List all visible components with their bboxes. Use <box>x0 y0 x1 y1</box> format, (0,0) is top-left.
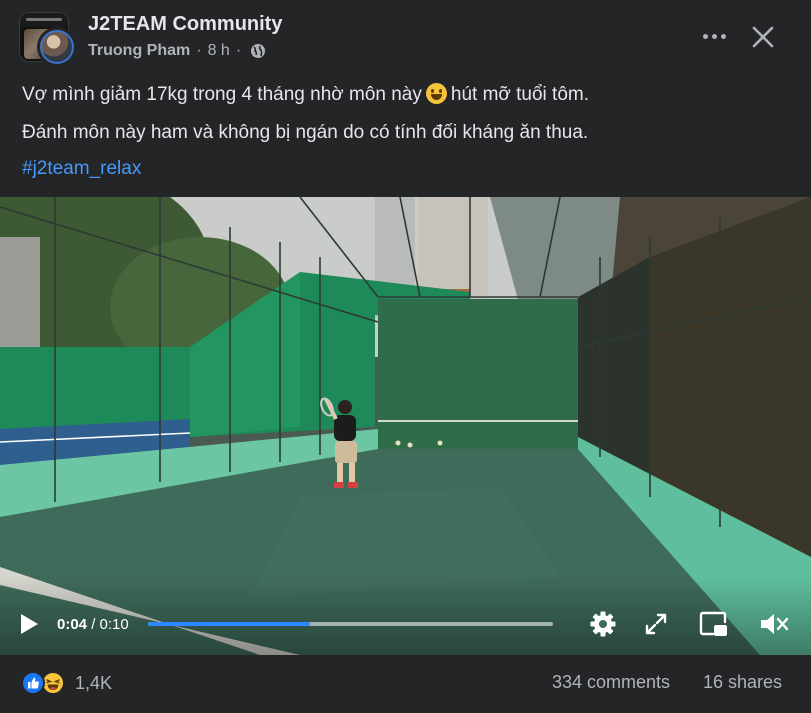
post-meta: Truong Pham · 8 h · <box>88 42 266 60</box>
post-text-part: Vợ mình giảm 17kg trong 4 tháng nhờ môn … <box>22 84 422 105</box>
close-icon[interactable] <box>748 22 778 52</box>
post-header: J2TEAM Community Truong Pham · 8 h · <box>0 0 811 72</box>
grinning-face-emoji <box>425 83 447 104</box>
reaction-count: 1,4K <box>75 672 113 693</box>
progress-fill <box>148 622 310 626</box>
globe-icon[interactable] <box>250 43 266 59</box>
mute-icon[interactable] <box>759 611 789 637</box>
author-avatar-ring <box>40 30 74 64</box>
post-card: J2TEAM Community Truong Pham · 8 h · Vợ … <box>0 0 811 713</box>
post-text-line-2: Đánh môn này ham và không bị ngán do có … <box>22 122 589 143</box>
like-thumb-glyph <box>28 677 39 689</box>
reactions-summary[interactable]: 1,4K <box>21 669 112 697</box>
video-controls: 0:04 / 0:10 <box>0 597 811 655</box>
more-horizontal-icon[interactable] <box>700 22 728 50</box>
shares-count-link[interactable]: 16 shares <box>703 672 782 693</box>
more-dot <box>711 33 717 39</box>
group-avatar-bar <box>26 18 62 21</box>
video-time: 0:04 / 0:10 <box>57 616 129 633</box>
post-footer: 1,4K 334 comments 16 shares <box>0 655 811 713</box>
hashtag-link[interactable]: #j2team_relax <box>22 158 141 180</box>
current-time: 0:04 <box>57 616 88 633</box>
picture-in-picture-icon[interactable] <box>699 610 729 638</box>
post-text-line-1: Vợ mình giảm 17kg trong 4 tháng nhờ môn … <box>22 83 589 106</box>
post-text-part: hút mỡ tuổi tôm. <box>450 84 589 105</box>
author-avatar[interactable] <box>37 27 77 67</box>
duration: 0:10 <box>99 616 129 633</box>
progress-bar[interactable] <box>148 622 553 626</box>
author-name-link[interactable]: Truong Pham <box>88 42 190 60</box>
haha-face-glyph <box>46 679 60 690</box>
time-separator: / <box>91 616 96 633</box>
meta-separator-2: · <box>235 42 242 59</box>
like-icon <box>21 671 45 695</box>
fullscreen-icon[interactable] <box>645 613 667 635</box>
play-icon[interactable] <box>18 612 40 636</box>
post-time-link[interactable]: 8 h <box>208 42 230 60</box>
settings-icon[interactable] <box>589 610 617 638</box>
more-dot <box>720 33 726 39</box>
meta-separator: · <box>196 42 202 59</box>
more-dot <box>702 33 708 39</box>
comments-count-link[interactable]: 334 comments <box>552 672 670 693</box>
group-name-link[interactable]: J2TEAM Community <box>88 13 282 36</box>
